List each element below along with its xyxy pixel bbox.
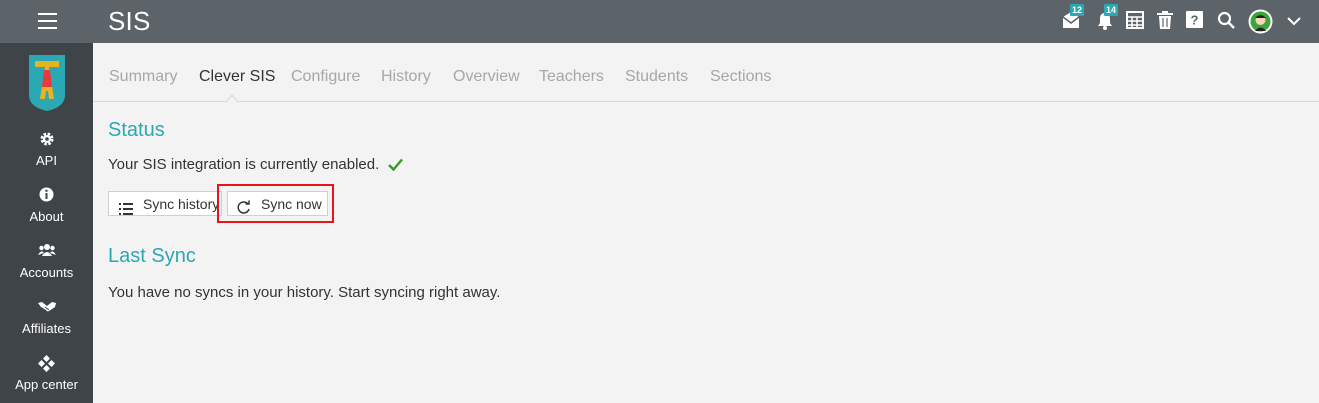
messages-icon[interactable]: 12: [1061, 4, 1085, 31]
tab-students[interactable]: Students: [625, 68, 688, 86]
page-title: SIS: [108, 6, 151, 36]
check-icon: [388, 158, 404, 175]
notifications-icon[interactable]: 14: [1095, 4, 1119, 31]
sidebar-item-about[interactable]: About: [0, 187, 93, 224]
svg-text:?: ?: [1191, 13, 1199, 28]
app-center-icon: [0, 355, 93, 373]
status-message: Your SIS integration is currently enable…: [108, 156, 380, 173]
main-content: Summary Clever SIS Configure History Ove…: [93, 43, 1319, 403]
avatar[interactable]: [1248, 9, 1273, 34]
active-tab-indicator: [226, 94, 238, 102]
tab-sections[interactable]: Sections: [710, 68, 771, 86]
sidebar-item-affiliates[interactable]: Affiliates: [0, 299, 93, 336]
sidebar-item-api[interactable]: API: [0, 131, 93, 168]
sync-now-label: Sync now: [261, 196, 322, 212]
tab-summary[interactable]: Summary: [109, 68, 177, 86]
chevron-down-icon[interactable]: [1286, 14, 1306, 34]
tab-teachers[interactable]: Teachers: [539, 68, 604, 86]
help-icon[interactable]: ?: [1186, 11, 1206, 31]
sync-now-button[interactable]: Sync now: [227, 191, 328, 216]
sidebar: API About Accounts Affiliates App center: [0, 43, 93, 403]
gear-icon: [0, 131, 93, 149]
status-message-row: Your SIS integration is currently enable…: [108, 156, 404, 175]
top-bar: SIS 12 14 ?: [0, 0, 1319, 43]
users-icon: [0, 243, 93, 261]
last-sync-title: Last Sync: [108, 245, 196, 267]
tab-overview[interactable]: Overview: [453, 68, 520, 86]
notifications-badge: 14: [1104, 4, 1119, 16]
sidebar-item-label: About: [29, 209, 64, 224]
sync-history-label: Sync history: [143, 196, 220, 212]
menu-icon[interactable]: [38, 13, 57, 30]
trash-icon[interactable]: [1156, 11, 1176, 31]
app-logo: [27, 55, 67, 111]
list-icon: [119, 198, 133, 223]
sidebar-item-label: App center: [15, 377, 78, 392]
status-title: Status: [108, 119, 165, 141]
tab-history[interactable]: History: [381, 68, 431, 86]
search-icon[interactable]: [1217, 11, 1237, 31]
sidebar-item-accounts[interactable]: Accounts: [0, 243, 93, 280]
refresh-icon: [236, 197, 251, 222]
info-icon: [0, 187, 93, 205]
sidebar-item-label: API: [36, 153, 57, 168]
handshake-icon: [0, 299, 93, 317]
tab-clever-sis[interactable]: Clever SIS: [199, 68, 275, 86]
tab-configure[interactable]: Configure: [291, 68, 360, 86]
sidebar-item-label: Accounts: [19, 265, 74, 280]
sidebar-item-app-center[interactable]: App center: [0, 355, 93, 392]
sidebar-item-label: Affiliates: [22, 321, 71, 336]
tab-bar: Summary Clever SIS Configure History Ove…: [93, 43, 1319, 102]
sync-history-button[interactable]: Sync history: [108, 191, 222, 216]
last-sync-message: You have no syncs in your history. Start…: [108, 284, 501, 301]
messages-badge: 12: [1070, 4, 1085, 16]
calendar-icon[interactable]: [1126, 11, 1146, 31]
